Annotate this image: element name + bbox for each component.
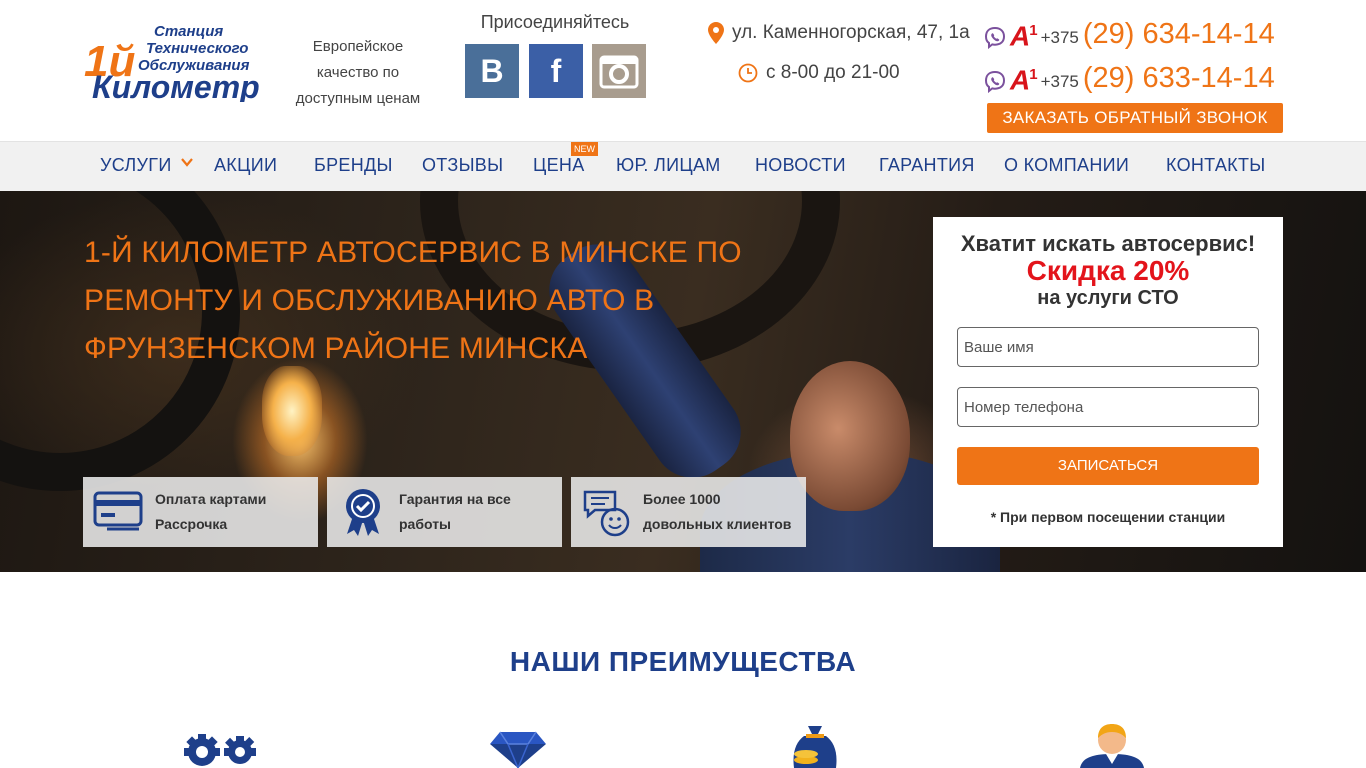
nav-item-brands[interactable]: БРЕНДЫ <box>314 142 393 192</box>
phone-prefix: +375 <box>1040 28 1079 48</box>
address-text: ул. Каменногорская, 47, 1а <box>732 22 970 43</box>
viber-icon <box>984 27 1006 50</box>
feature-card-guarantee: Гарантия на все работы <box>327 477 562 547</box>
logo-line1: Станция <box>154 23 223 40</box>
vk-icon: В <box>480 52 504 89</box>
feature-line2: работы <box>399 516 452 532</box>
chevron-down-icon[interactable] <box>181 156 193 168</box>
guarantee-badge-icon <box>346 489 380 536</box>
credit-card-icon <box>93 491 143 531</box>
hero-banner: 1-й Километр автосервис в Минске по ремо… <box>0 191 1366 572</box>
signup-form: Хватит искать автосервис! Скидка 20% на … <box>933 217 1283 547</box>
feature-line2: Рассрочка <box>155 516 228 532</box>
join-label: Присоединяйтесь <box>480 12 630 32</box>
phone-input[interactable] <box>957 387 1259 427</box>
tagline: Европейское качество по доступным ценам <box>295 38 421 107</box>
logo-line2: Технического <box>146 40 248 57</box>
nav-item-legal-entities[interactable]: ЮР. ЛИЦАМ <box>616 142 721 192</box>
location-pin-icon <box>708 22 724 44</box>
hero-bg-mechanic-head <box>790 361 910 511</box>
form-subheading: на услуги СТО <box>1037 287 1179 309</box>
money-bag-icon <box>793 726 837 768</box>
site-header: 1й Станция Технического Обслуживания Кил… <box>0 0 1366 141</box>
facebook-link[interactable]: f <box>529 44 583 98</box>
nav-item-services[interactable]: УСЛУГИ <box>100 142 172 192</box>
feature-line1: Более 1000 <box>643 491 721 507</box>
callback-button[interactable]: ЗАКАЗАТЬ ОБРАТНЫЙ ЗВОНОК <box>987 103 1283 133</box>
phone-2[interactable]: A1 +375 (29) 633-14-14 <box>984 60 1275 95</box>
instagram-link[interactable] <box>592 44 646 98</box>
hero-title: 1-й Километр автосервис в Минске по ремо… <box>84 236 742 365</box>
nav-item-warranty[interactable]: ГАРАНТИЯ <box>879 142 975 192</box>
form-heading: Хватит искать автосервис! <box>960 231 1256 256</box>
a1-operator-logo: A1 <box>1010 20 1038 52</box>
viber-icon <box>984 71 1006 94</box>
phone-number[interactable]: (29) 634-14-14 <box>1083 17 1275 51</box>
happy-client-chat-icon <box>583 490 630 537</box>
nav-item-about[interactable]: О КОМПАНИИ <box>1004 142 1129 192</box>
facebook-icon: f <box>550 52 562 89</box>
feature-card-clients: Более 1000 довольных клиентов <box>571 477 806 547</box>
vk-link[interactable]: В <box>465 44 519 98</box>
feature-line1: Гарантия на все <box>399 491 511 507</box>
form-note: * При первом посещении станции <box>990 509 1226 525</box>
manager-icon <box>1080 724 1144 768</box>
working-hours: с 8-00 до 21-00 <box>738 62 900 84</box>
new-badge: NEW <box>571 142 598 156</box>
phone-number[interactable]: (29) 633-14-14 <box>1083 61 1275 95</box>
hero-bg-lamp <box>262 366 322 456</box>
nav-item-news[interactable]: НОВОСТИ <box>755 142 846 192</box>
diamond-icon <box>490 731 546 768</box>
a1-operator-logo: A1 <box>1010 64 1038 96</box>
form-discount: Скидка 20% <box>1026 255 1190 286</box>
phone-prefix: +375 <box>1040 72 1079 92</box>
hours-text: с 8-00 до 21-00 <box>766 62 900 83</box>
phone-1[interactable]: A1 +375 (29) 634-14-14 <box>984 16 1275 51</box>
nav-item-promotions[interactable]: АКЦИИ <box>214 142 277 192</box>
clock-icon <box>738 63 758 83</box>
address: ул. Каменногорская, 47, 1а <box>708 22 970 44</box>
feature-card-payment: Оплата картами Рассрочка <box>83 477 318 547</box>
advantages-title: НАШИ ПРЕИМУЩЕСТВА <box>509 646 857 677</box>
submit-button[interactable]: ЗАПИСАТЬСЯ <box>957 447 1259 485</box>
main-nav: УСЛУГИ АКЦИИ БРЕНДЫ ОТЗЫВЫ ЦЕНА NEW ЮР. … <box>0 141 1366 191</box>
instagram-icon <box>599 55 639 89</box>
nav-item-reviews[interactable]: ОТЗЫВЫ <box>422 142 503 192</box>
feature-line2: довольных клиентов <box>643 516 792 532</box>
logo[interactable]: 1й Станция Технического Обслуживания Кил… <box>82 18 287 102</box>
nav-item-contacts[interactable]: КОНТАКТЫ <box>1166 142 1266 192</box>
name-input[interactable] <box>957 327 1259 367</box>
feature-line1: Оплата картами <box>155 491 267 507</box>
logo-name: Километр <box>92 69 260 102</box>
gears-icon <box>184 734 256 766</box>
